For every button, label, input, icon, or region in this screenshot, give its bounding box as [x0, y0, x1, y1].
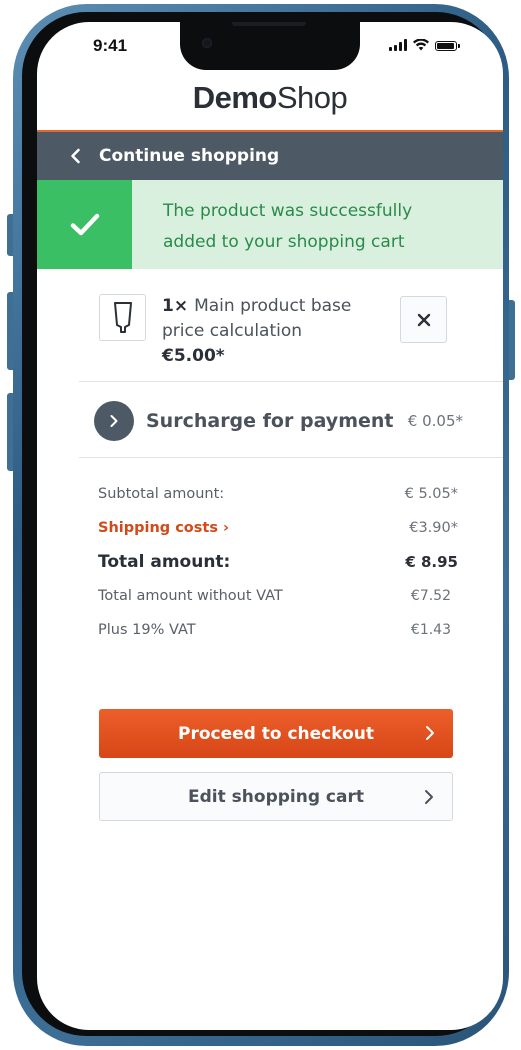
chevron-right-icon	[425, 790, 433, 804]
surcharge-expand-button[interactable]	[94, 401, 134, 441]
product-thumbnail[interactable]	[99, 294, 146, 341]
product-description[interactable]: 1× Main product base price calculation €5…	[162, 294, 372, 369]
net-amount-row: Total amount without VAT €7.52	[98, 579, 458, 613]
success-alert: The product was successfully added to yo…	[37, 180, 503, 269]
subtotal-label: Subtotal amount:	[98, 486, 225, 502]
phone-power-button	[509, 300, 515, 380]
wifi-icon	[413, 39, 429, 51]
chevron-left-icon	[71, 148, 80, 164]
phone-notch	[180, 22, 360, 70]
chevron-right-icon	[110, 415, 118, 427]
alert-message: The product was successfully added to yo…	[163, 201, 413, 252]
logo-light-text: Shop	[276, 80, 348, 115]
subtotal-row: Subtotal amount: € 5.05*	[98, 477, 458, 511]
battery-icon	[435, 41, 460, 51]
speaker-grille	[232, 22, 306, 26]
surcharge-value: € 0.05*	[407, 412, 463, 430]
status-time: 9:41	[93, 36, 128, 55]
total-row: Total amount: € 8.95	[98, 545, 458, 579]
checkmark-icon	[70, 213, 99, 235]
checkout-button-label: Proceed to checkout	[177, 723, 374, 744]
continue-shopping-bar[interactable]: Continue shopping	[37, 130, 503, 180]
vat-value: €1.43	[410, 622, 451, 638]
signal-icon	[389, 39, 407, 51]
divider	[79, 381, 503, 382]
product-tube-icon	[113, 301, 132, 333]
continue-shopping-label: Continue shopping	[99, 146, 280, 166]
status-icons	[389, 39, 460, 51]
shipping-row: Shipping costs › €3.90*	[98, 511, 458, 545]
chevron-right-icon	[426, 726, 434, 740]
product-price: €5.00*	[162, 346, 225, 366]
vat-label: Plus 19% VAT	[98, 622, 196, 638]
edit-cart-button-label: Edit shopping cart	[188, 786, 364, 807]
total-label: Total amount:	[98, 552, 231, 572]
chevron-right-icon: ›	[223, 520, 230, 536]
vat-row: Plus 19% VAT €1.43	[98, 613, 458, 647]
shipping-costs-link[interactable]: Shipping costs ›	[98, 520, 229, 536]
shop-logo[interactable]: DemoShop	[37, 80, 503, 116]
alert-icon-box	[37, 180, 132, 269]
order-summary: Subtotal amount: € 5.05* Shipping costs …	[98, 477, 458, 647]
net-amount-label: Total amount without VAT	[98, 588, 283, 604]
proceed-to-checkout-button[interactable]: Proceed to checkout	[99, 709, 453, 758]
shipping-value: €3.90*	[409, 520, 458, 536]
close-icon	[417, 313, 430, 326]
remove-item-button[interactable]	[400, 296, 447, 343]
logo-bold-text: Demo	[192, 80, 278, 115]
product-name: Main product base price calculation	[162, 296, 352, 341]
cart-line-item: 1× Main product base price calculation €5…	[99, 294, 449, 384]
surcharge-label: Surcharge for payment	[146, 410, 394, 432]
product-quantity: 1×	[162, 296, 189, 316]
subtotal-value: € 5.05*	[404, 486, 458, 502]
edit-shopping-cart-button[interactable]: Edit shopping cart	[99, 772, 453, 821]
shipping-label: Shipping costs	[98, 520, 218, 536]
net-amount-value: €7.52	[410, 588, 451, 604]
total-value: € 8.95	[405, 553, 458, 571]
payment-surcharge-row: Surcharge for payment € 0.05*	[94, 401, 463, 441]
divider	[79, 457, 503, 458]
phone-screen: 9:41 DemoShop Continue shopping The prod…	[37, 22, 503, 1030]
front-camera	[202, 38, 212, 48]
